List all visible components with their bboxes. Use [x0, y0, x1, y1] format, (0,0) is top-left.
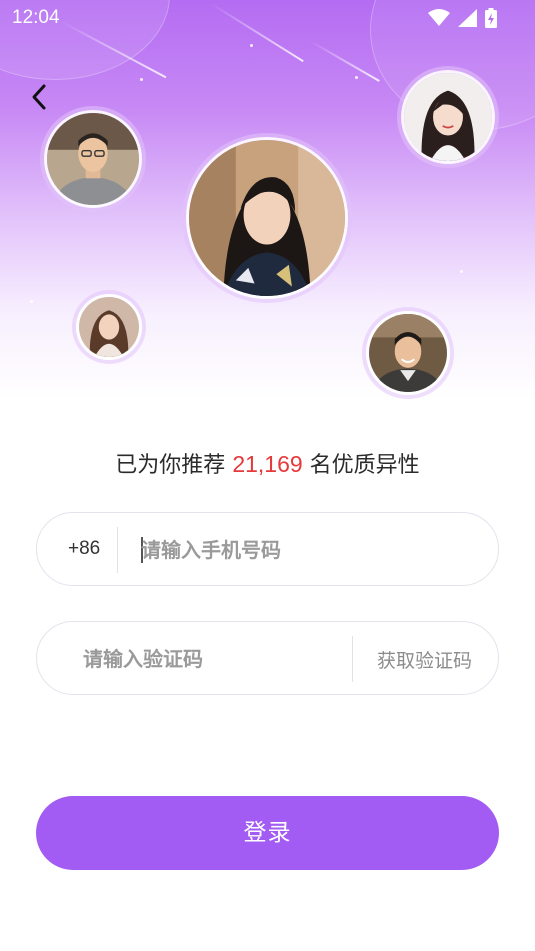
decor-star	[460, 270, 463, 273]
recommend-suffix: 名优质异性	[309, 453, 420, 478]
chevron-left-icon	[32, 84, 46, 110]
recommend-count: 21,169	[232, 451, 303, 477]
avatar-woman-small[interactable]	[76, 294, 142, 360]
signal-icon	[458, 9, 477, 27]
code-divider	[352, 636, 353, 682]
wifi-icon	[428, 9, 450, 26]
code-field[interactable]: 获取验证码	[36, 621, 499, 695]
hero-banner	[0, 0, 535, 400]
phone-divider	[117, 527, 118, 573]
decor-star	[355, 76, 358, 79]
recommend-text: 已为你推荐 21,169 名优质异性	[0, 447, 535, 479]
get-code-button[interactable]: 获取验证码	[377, 646, 472, 673]
avatar-man-glasses-image	[47, 113, 139, 205]
avatar-woman-main-image	[189, 140, 345, 296]
battery-charging-icon	[485, 8, 497, 28]
country-code[interactable]: +86	[68, 538, 100, 560]
decor-streak	[309, 40, 380, 82]
status-time: 12:04	[12, 7, 60, 28]
status-icons	[428, 8, 497, 28]
recommend-prefix: 已为你推荐	[115, 453, 226, 478]
avatar-woman-top-right[interactable]	[401, 70, 495, 164]
decor-star	[140, 78, 143, 81]
decor-star	[30, 300, 33, 303]
back-button[interactable]	[22, 80, 56, 114]
phone-field[interactable]: +86	[36, 512, 499, 586]
avatar-woman-top-right-image	[404, 73, 492, 161]
phone-input[interactable]	[141, 533, 471, 567]
avatar-woman-main[interactable]	[186, 137, 348, 299]
login-button[interactable]: 登录	[36, 796, 499, 870]
avatar-woman-small-image	[79, 297, 139, 357]
decor-star	[250, 44, 253, 47]
code-input[interactable]	[83, 642, 343, 676]
avatar-man-smiling-image	[369, 314, 447, 392]
avatar-man-smiling[interactable]	[366, 311, 450, 395]
avatar-man-glasses[interactable]	[44, 110, 142, 208]
status-bar: 12:04	[0, 0, 535, 38]
